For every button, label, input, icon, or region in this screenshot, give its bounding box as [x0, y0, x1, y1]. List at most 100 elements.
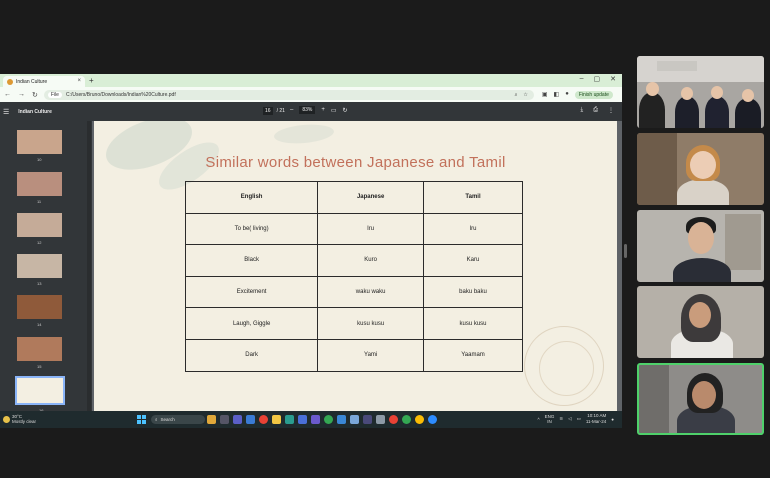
close-window-button[interactable]: ✕ [610, 75, 616, 83]
participant-head [689, 302, 711, 328]
url-field[interactable]: File C:/Users/Bruno/Downloads/Indian%20C… [43, 89, 534, 100]
thumbnail-page-10[interactable]: 10 [17, 130, 62, 162]
thumbnail-page-14[interactable]: 14 [17, 295, 62, 327]
app-icon[interactable] [402, 415, 411, 424]
side-panel-icon[interactable]: ◧ [554, 91, 560, 98]
download-icon[interactable]: ⤓ [581, 107, 584, 114]
participant-figure [639, 92, 665, 128]
mail-icon[interactable] [337, 415, 346, 424]
fit-page-icon[interactable]: ▭ [331, 107, 337, 114]
app-icon[interactable] [363, 415, 372, 424]
tab-indian-culture[interactable]: Indian Culture × [3, 76, 85, 87]
cell-tamil: Karu [423, 244, 523, 277]
participant-head [742, 89, 754, 102]
store-icon[interactable] [298, 415, 307, 424]
app-icon[interactable] [428, 415, 437, 424]
file-chip: File [47, 91, 62, 98]
zoom-in-button[interactable]: + [321, 107, 325, 113]
bookmark-star-icon[interactable]: ☆ [523, 92, 527, 98]
wifi-icon[interactable]: ≋ [559, 416, 563, 422]
thumbnail-page-11[interactable]: 11 [17, 172, 62, 204]
zoom-out-button[interactable]: – [290, 107, 293, 113]
thumbnail-image [17, 295, 62, 319]
volume-icon[interactable]: ◁ [568, 416, 571, 422]
table-row: Laugh, Giggle kusu kusu kusu kusu [184, 307, 523, 340]
app-icon[interactable] [415, 415, 424, 424]
maximize-button[interactable]: ▢ [594, 75, 601, 83]
print-icon[interactable]: ⎙ [593, 107, 598, 114]
thumbnail-page-16[interactable]: 16 [15, 376, 65, 413]
app-icon[interactable] [376, 415, 385, 424]
participant-video-2[interactable] [637, 133, 764, 205]
participant-video-classroom[interactable] [637, 56, 764, 128]
zoom-value[interactable]: 83% [299, 106, 316, 114]
participant-video-active-speaker[interactable] [637, 363, 764, 435]
zoom-app-icon[interactable] [246, 415, 255, 424]
edge-icon[interactable] [285, 415, 294, 424]
thumbnail-scrollbar[interactable] [87, 121, 91, 411]
new-tab-button[interactable]: + [89, 76, 94, 85]
finish-update-button[interactable]: Finish update [574, 90, 613, 99]
participant-figure [677, 179, 729, 205]
address-bar-row: ← → ↻ File C:/Users/Bruno/Downloads/Indi… [0, 87, 622, 102]
participant-head [688, 222, 714, 254]
taskbar-search[interactable]: ⌕ Search [151, 415, 205, 424]
thumbnail-number: 12 [37, 240, 42, 245]
thumbnail-page-15[interactable]: 15 [17, 337, 62, 369]
thumbnail-page-12[interactable]: 12 [17, 213, 62, 245]
participant-video-4[interactable] [637, 286, 764, 358]
participant-figure [675, 96, 699, 128]
rotate-icon[interactable]: ↻ [343, 107, 348, 114]
battery-icon[interactable]: ▭ [577, 416, 581, 422]
app-icon[interactable] [324, 415, 333, 424]
participant-head [646, 82, 659, 96]
pdf-viewer: 10 11 12 13 14 15 Similar words between … [0, 121, 622, 413]
file-explorer-icon[interactable] [272, 415, 281, 424]
header-english: English [184, 181, 319, 214]
participant-video-3[interactable] [637, 210, 764, 282]
word-table: English Japanese Tamil To be( living) Ir… [184, 181, 523, 372]
minimize-button[interactable]: – [580, 75, 584, 83]
reload-button[interactable]: ↻ [32, 91, 38, 99]
widgets-icon[interactable] [207, 415, 216, 424]
page-input[interactable]: 16 [263, 107, 273, 115]
search-icon: ⌕ [155, 417, 158, 422]
thumbnail-page-13[interactable]: 13 [17, 254, 62, 286]
teams-icon[interactable] [233, 415, 242, 424]
page-scrollbar[interactable] [617, 121, 622, 411]
more-icon[interactable]: ⋮ [608, 107, 614, 114]
notification-icon[interactable]: ● [611, 417, 614, 422]
participant-figure [673, 258, 731, 282]
cell-tamil: baku baku [423, 275, 523, 309]
app-icon[interactable] [350, 415, 359, 424]
background-door [639, 365, 669, 433]
cell-english: Excitement [184, 275, 319, 309]
thumbnail-number: 14 [37, 322, 42, 327]
profile-icon[interactable]: ● [565, 91, 569, 98]
menu-icon[interactable]: ☰ [3, 108, 9, 116]
thumbnail-number: 11 [37, 199, 42, 204]
start-button[interactable] [137, 415, 146, 424]
participant-figure [705, 96, 729, 128]
thumbnail-image [17, 254, 62, 278]
extensions-icon[interactable]: ▣ [542, 91, 548, 98]
app-icon[interactable] [311, 415, 320, 424]
zoom-icon[interactable]: ⌕ [515, 92, 518, 98]
chrome-icon[interactable] [259, 415, 268, 424]
table-header-row: English Japanese Tamil [184, 181, 523, 214]
cell-english: To be( living) [184, 212, 319, 246]
cell-japanese: waku waku [317, 275, 425, 309]
participant-head [692, 381, 716, 409]
windows-taskbar: 30°C Mostly clear ⌕ Search ^ ENG IN ≋ ◁ … [0, 411, 622, 428]
weather-widget[interactable]: 30°C Mostly clear [3, 414, 36, 424]
tab-close-icon[interactable]: × [77, 78, 81, 84]
chevron-up-icon[interactable]: ^ [537, 417, 539, 422]
task-view-icon[interactable] [220, 415, 229, 424]
clock[interactable]: 10:10 AM 11-Mar-24 [586, 413, 606, 425]
back-button[interactable]: ← [4, 91, 11, 99]
forward-button[interactable]: → [18, 91, 25, 99]
chrome-icon[interactable] [389, 415, 398, 424]
panel-resize-handle[interactable] [624, 244, 627, 258]
search-placeholder: Search [160, 417, 175, 422]
thumbnail-image [17, 213, 62, 237]
